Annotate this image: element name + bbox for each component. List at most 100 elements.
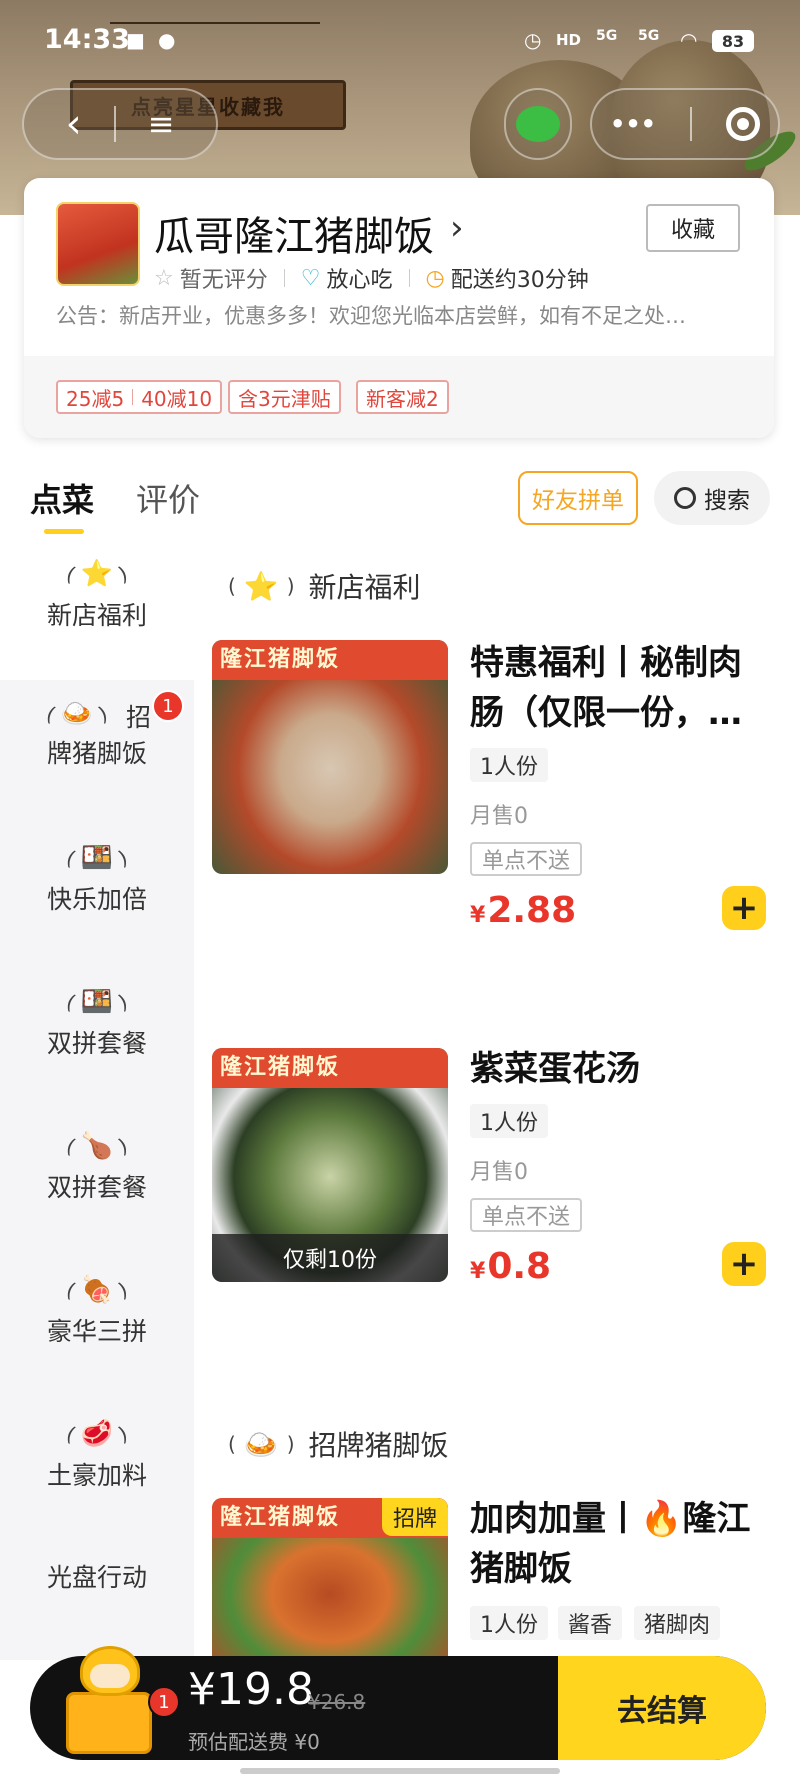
rating-text: 暂无评分: [179, 268, 268, 293]
portion-tag: 1人份: [470, 1606, 548, 1640]
store-card: 瓜哥隆江猪脚饭 › 收藏 ☆ 暂无评分 ♡ 放心吃 ◷ 配送约30分钟 公告：新…: [24, 178, 774, 438]
promo-tag-subsidy: 含3元津贴: [228, 380, 341, 414]
category-label: 牌猪脚饭: [46, 739, 147, 768]
cart-count-badge: 1: [148, 1686, 180, 1718]
category-label: 新店福利: [46, 601, 147, 630]
group-order-button[interactable]: 好友拼单: [518, 471, 638, 525]
battery-indicator: 83: [712, 30, 754, 52]
image-caption: 隆江猪脚饭: [212, 1048, 448, 1088]
item-image[interactable]: 隆江猪脚饭: [212, 640, 448, 874]
status-time: 14:33: [44, 24, 130, 55]
promo-tag-discount: 25减5 40减10: [56, 380, 223, 414]
bento-icon: 🍱: [60, 986, 134, 1018]
cart-mascot-icon[interactable]: [60, 1646, 156, 1756]
item-price: ¥0.8: [470, 1246, 551, 1287]
back-icon[interactable]: ‹: [66, 101, 82, 147]
heart-icon: ♡: [300, 265, 321, 291]
store-logo: [56, 202, 140, 286]
no-solo-delivery-tag: 单点不送: [470, 1198, 583, 1232]
category-extra-toppings[interactable]: 🥩 土豪加料: [0, 1400, 194, 1540]
add-to-cart-button[interactable]: +: [722, 1242, 766, 1286]
bracket-decoration: ): [286, 1432, 295, 1456]
category-happy-double[interactable]: 🍱 快乐加倍: [0, 824, 194, 964]
search-button[interactable]: 搜索: [654, 471, 770, 525]
currency-symbol: ¥: [470, 903, 486, 928]
signal-icon: 5G: [596, 28, 618, 44]
category-label: 土豪加料: [46, 1461, 147, 1490]
alarm-icon: ◷: [524, 28, 542, 52]
promo-divider: [132, 389, 134, 405]
tab-bar: 点菜 评价 好友拼单 搜索: [0, 455, 800, 535]
item-name[interactable]: 紫菜蛋花汤: [470, 1044, 770, 1094]
category-signature[interactable]: 🍛 招 牌猪脚饭 1: [0, 680, 194, 820]
divider: [408, 269, 410, 287]
item-name[interactable]: 特惠福利丨秘制肉肠（仅限一份，…: [470, 638, 770, 738]
portion-tag: 1人份: [470, 748, 548, 782]
bracket-decoration: (: [228, 1432, 236, 1456]
promo-tag-newcustomer: 新客减2: [356, 380, 449, 414]
store-name[interactable]: 瓜哥隆江猪脚饭: [154, 204, 434, 262]
search-icon: [674, 487, 696, 509]
price-value: 2.88: [487, 890, 577, 931]
nav-capsule-left: ‹ ≡: [22, 88, 218, 160]
capsule-divider: [690, 107, 693, 141]
drumstick-icon: 🍗: [60, 1130, 134, 1162]
wechat-icon: [516, 106, 560, 142]
more-icon[interactable]: •••: [610, 110, 656, 138]
star-icon: ⭐: [243, 569, 279, 603]
category-double-combo[interactable]: 🍱 双拼套餐: [0, 968, 194, 1108]
clock-icon: ◷: [425, 265, 445, 291]
flavor-tag: 酱香: [558, 1606, 623, 1640]
price-value: 0.8: [487, 1246, 552, 1287]
app-notification-icon: ■: [126, 28, 145, 52]
category-label: 快乐加倍: [46, 885, 147, 914]
store-notice[interactable]: 公告：新店开业，优惠多多！欢迎您光临本店尝鲜，如有不足之处…: [56, 300, 746, 330]
category-new-store[interactable]: ⭐ 新店福利: [0, 540, 194, 680]
menu-icon[interactable]: ≡: [148, 105, 175, 143]
wifi-icon: ◠: [680, 28, 698, 52]
tab-review[interactable]: 评价: [136, 475, 200, 521]
monthly-sales: 月售0: [470, 1160, 528, 1185]
capsule-divider: [113, 106, 116, 142]
safe-eat-text: 放心吃: [326, 268, 393, 293]
portion-tag: 1人份: [470, 1104, 548, 1138]
category-count-badge: 1: [152, 690, 184, 722]
item-price: ¥2.88: [470, 890, 576, 931]
cart-original-price: ¥26.8: [308, 1690, 366, 1714]
home-indicator[interactable]: [240, 1768, 560, 1774]
chevron-right-icon[interactable]: ›: [450, 208, 464, 248]
rice-bowl-icon: 🍛: [243, 1427, 279, 1461]
cart-total-price: ¥19.8: [188, 1664, 314, 1715]
item-name[interactable]: 加肉加量丨🔥隆江猪脚饭: [470, 1494, 770, 1594]
category-sidebar: ⭐ 新店福利 🍛 招 牌猪脚饭 1 🍱 快乐加倍 🍱 双拼套餐 🍗 双拼套餐 🍖…: [0, 540, 194, 1660]
message-icon: ●: [158, 28, 176, 52]
item-image[interactable]: 隆江猪脚饭 招牌: [212, 1498, 448, 1658]
signal-icon: 5G: [638, 28, 660, 44]
bracket-decoration: (: [228, 574, 236, 598]
section-title-text: 招牌猪脚饭: [308, 1429, 449, 1462]
tab-active-indicator: [44, 529, 84, 534]
close-target-icon[interactable]: [726, 107, 761, 141]
item-image[interactable]: 隆江猪脚饭 仅剩10份: [212, 1048, 448, 1282]
category-deluxe-triple[interactable]: 🍖 豪华三拼: [0, 1256, 194, 1396]
promo-text: 40减10: [141, 386, 213, 411]
category-double-combo-2[interactable]: 🍗 双拼套餐: [0, 1112, 194, 1252]
currency-symbol: ¥: [470, 1259, 486, 1284]
delivery-fee-estimate: 预估配送费 ¥0: [188, 1730, 320, 1754]
star-icon: ⭐: [60, 558, 134, 590]
divider: [283, 269, 285, 287]
favorite-button[interactable]: 收藏: [646, 204, 740, 252]
category-label: 豪华三拼: [46, 1317, 147, 1346]
bracket-decoration: ): [286, 574, 295, 598]
miniprogram-capsule: •••: [590, 88, 780, 160]
monthly-sales: 月售0: [470, 804, 528, 829]
search-label: 搜索: [704, 488, 750, 514]
tab-order[interactable]: 点菜: [30, 475, 94, 521]
category-label: 双拼套餐: [46, 1029, 147, 1058]
add-to-cart-button[interactable]: +: [722, 886, 766, 930]
no-solo-delivery-tag: 单点不送: [470, 842, 583, 876]
wechat-share-button[interactable]: [504, 88, 572, 160]
checkout-button[interactable]: 去结算: [558, 1656, 766, 1760]
section-title-text: 新店福利: [308, 571, 421, 604]
mascot-face: [90, 1664, 130, 1688]
